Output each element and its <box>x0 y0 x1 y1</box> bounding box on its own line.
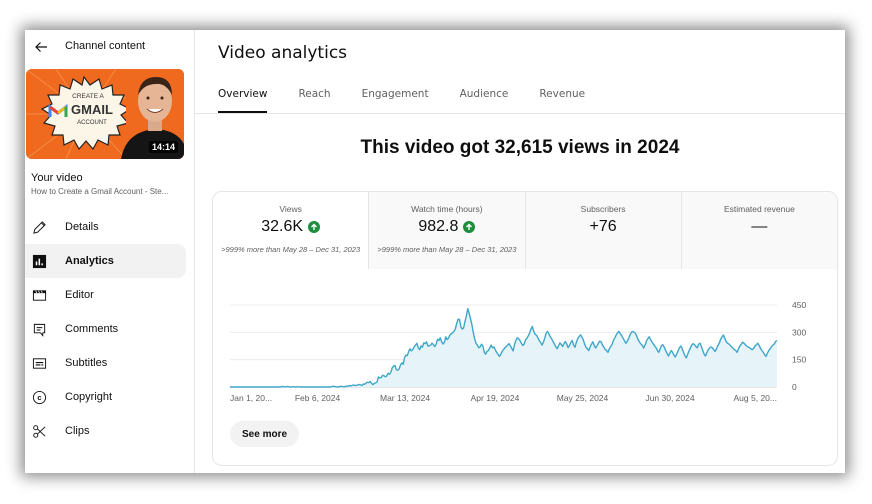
metric-value-row: +76 <box>526 218 681 236</box>
svg-text:c: c <box>37 393 41 402</box>
tab-revenue[interactable]: Revenue <box>539 88 585 113</box>
trend-up-icon <box>463 221 476 233</box>
y-tick-label: 0 <box>792 382 797 392</box>
y-tick-label: 150 <box>792 355 806 365</box>
analytics-icon <box>32 254 47 269</box>
x-tick-label: May 25, 2024 <box>557 393 609 403</box>
video-title: How to Create a Gmail Account - Ste... <box>31 187 169 196</box>
metric-views[interactable]: Views 32.6K >999% more than May 28 – Dec… <box>213 192 370 269</box>
views-headline: This video got 32,615 views in 2024 <box>360 137 680 158</box>
metric-label: Estimated revenue <box>723 204 795 214</box>
arrow-left-icon[interactable] <box>33 39 49 55</box>
sidebar-item-details[interactable]: Details <box>25 210 194 244</box>
sidebar-item-analytics[interactable]: Analytics <box>25 244 186 278</box>
metric-label: Watch time (hours) <box>411 204 483 214</box>
tab-reach[interactable]: Reach <box>298 88 330 113</box>
overview-card: Views 32.6K >999% more than May 28 – Dec… <box>212 191 838 466</box>
metric-tabs: Views 32.6K >999% more than May 28 – Dec… <box>213 192 837 269</box>
badge-line-1: CREATE A <box>72 93 104 100</box>
x-tick-label: Mar 13, 2024 <box>380 393 430 403</box>
sidebar: Channel content CREATE A GMAIL ACCOUNT 1… <box>25 30 195 473</box>
views-area <box>230 308 777 387</box>
page-title: Video analytics <box>218 43 348 63</box>
pencil-icon <box>33 221 46 234</box>
x-tick-label: Aug 5, 20... <box>734 393 777 403</box>
see-more-button[interactable]: See more <box>230 421 300 447</box>
x-tick-label: Jun 30, 2024 <box>645 393 694 403</box>
main-content: Video analytics Overview Reach Engagemen… <box>195 30 845 473</box>
sidebar-item-label: Clips <box>65 425 90 437</box>
x-tick-label: Feb 6, 2024 <box>295 393 341 403</box>
metric-subscribers[interactable]: Subscribers +76 <box>525 192 682 269</box>
sidebar-item-editor[interactable]: Editor <box>25 278 194 312</box>
metric-label: Views <box>279 204 302 214</box>
sidebar-item-label: Comments <box>65 323 119 335</box>
views-chart: 0 150 300 450 Jan 1, 20... Feb 6, 2024 Mar 13,… <box>230 300 806 403</box>
metric-comparison: >999% more than May 28 – Dec 31, 2023 <box>377 245 517 254</box>
tab-overview[interactable]: Overview <box>218 88 268 113</box>
studio-window: Channel content CREATE A GMAIL ACCOUNT 1… <box>25 30 845 473</box>
trend-up-icon <box>308 221 321 233</box>
sidebar-nav: Details Analytics Editor Comments Subtit… <box>25 210 194 448</box>
sidebar-item-subtitles[interactable]: Subtitles <box>25 346 194 380</box>
metric-comparison: >999% more than May 28 – Dec 31, 2023 <box>221 245 361 254</box>
sidebar-item-label: Analytics <box>65 255 114 267</box>
metric-estimated-revenue[interactable]: Estimated revenue — <box>681 192 837 269</box>
video-thumbnail[interactable]: CREATE A GMAIL ACCOUNT 14:14 <box>26 69 184 159</box>
analytics-tabs: Overview Reach Engagement Audience Reven… <box>218 88 616 113</box>
badge-line-2: GMAIL <box>71 102 113 117</box>
x-tick-label: Apr 19, 2024 <box>471 393 520 403</box>
tabs-divider <box>195 113 845 114</box>
tab-audience[interactable]: Audience <box>460 88 509 113</box>
x-tick-label: Jan 1, 20... <box>230 393 272 403</box>
sidebar-item-label: Editor <box>65 289 94 301</box>
comment-icon <box>33 323 46 337</box>
sidebar-item-label: Details <box>65 221 99 233</box>
sidebar-item-copyright[interactable]: c Copyright <box>25 380 194 414</box>
metric-watch-time[interactable]: Watch time (hours) 982.8 >999% more than… <box>369 192 526 269</box>
sidebar-item-label: Copyright <box>65 391 113 403</box>
sidebar-item-label: Subtitles <box>65 357 108 369</box>
subtitles-icon <box>32 358 47 369</box>
metric-value-row: — <box>682 218 837 236</box>
tab-engagement[interactable]: Engagement <box>362 88 429 113</box>
badge-line-3: ACCOUNT <box>77 120 107 126</box>
metric-value: 32.6K <box>261 218 304 235</box>
clapperboard-icon <box>32 290 47 301</box>
metric-value: 982.8 <box>418 218 459 235</box>
sidebar-header: Channel content <box>25 30 194 64</box>
sidebar-item-comments[interactable]: Comments <box>25 312 194 346</box>
video-duration: 14:14 <box>148 141 178 153</box>
y-tick-label: 450 <box>792 300 806 310</box>
sidebar-item-clips[interactable]: Clips <box>25 414 194 448</box>
scissors-icon <box>33 425 46 438</box>
copyright-icon: c <box>32 390 47 405</box>
y-tick-label: 300 <box>792 327 806 337</box>
metric-value-row: 32.6K <box>213 218 368 236</box>
your-video-label: Your video <box>31 172 83 184</box>
channel-content-link[interactable]: Channel content <box>65 40 145 52</box>
metric-value: — <box>751 218 768 235</box>
metric-value-row: 982.8 <box>369 218 524 236</box>
metric-label: Subscribers <box>580 204 626 214</box>
metric-value: +76 <box>589 218 617 235</box>
